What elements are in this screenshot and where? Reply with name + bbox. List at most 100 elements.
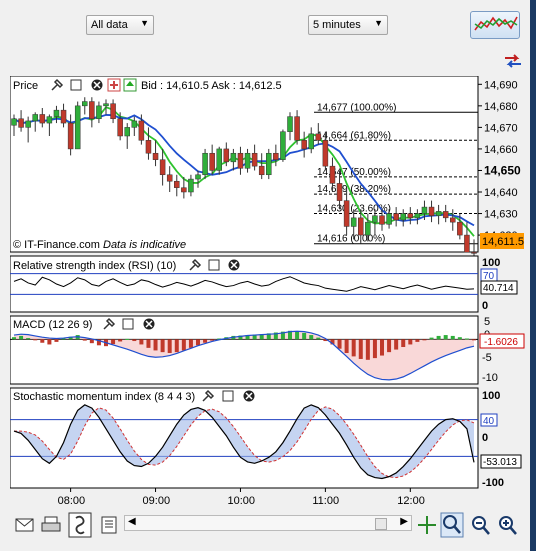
macd-value-label: -1.6026 [484,337,518,348]
candle-body [145,140,152,154]
candle-body [89,101,95,120]
candle-body [74,105,81,150]
macd-bar [302,332,307,340]
time-axis: 08:00 09:00 10:00 11:00 12:00 [58,488,425,507]
candle-body [301,140,307,150]
stoch-ylabel-40: 40 [483,416,495,427]
stoch-ylabel-0: 0 [482,432,488,444]
price-ylabel: 14,640 [484,187,518,199]
candle-body [336,183,343,201]
chevron-down-icon: ▼ [374,18,383,28]
rsi-ylabel-0: 0 [482,300,488,312]
macd-bar [153,339,158,351]
candle-body [379,215,385,225]
zoom-in-icon[interactable] [497,514,519,536]
window-icon[interactable] [222,390,234,402]
macd-bar [210,339,215,341]
candle-body [294,116,300,141]
time-scrollbar[interactable]: ◀ ▶ [124,515,412,531]
macd-bar [450,335,455,340]
candle-body [209,152,215,171]
candle-body [53,109,60,117]
macd-bar [132,339,137,342]
interval-select[interactable]: 5 minutes ▼ [308,15,388,35]
candle-body [138,120,145,141]
candle-body [60,109,67,124]
scroll-thumb[interactable] [375,518,387,530]
fib-label: 14,664 (61.80%) [317,130,391,141]
notes-icon[interactable] [98,514,120,536]
macd-ylabel-neg5: -5 [482,352,492,364]
stochastic-panel-title: Stochastic momentum index (8 4 4 3) [13,391,195,403]
macd-bar [316,337,321,340]
scroll-right-icon[interactable]: ▶ [400,516,408,527]
window-icon[interactable] [122,318,134,330]
rsi-value-label: 40.714 [483,283,514,294]
macd-bar [380,339,384,356]
candle-body [386,213,392,225]
candle-body [435,211,442,216]
candle-body [308,133,314,150]
candle-body [400,213,406,221]
candle-body [159,159,166,176]
zoom-out-icon[interactable] [470,514,492,536]
candle-body [11,118,17,126]
candle-body [266,152,272,176]
macd-bar [422,339,427,341]
zoom-select-icon[interactable] [440,512,464,538]
time-label: 10:00 [227,495,255,507]
macd-bar [408,339,413,345]
email-icon[interactable] [14,514,36,536]
candle-body [450,217,456,223]
price-ylabel: 14,630 [484,209,518,221]
macd-ylabel-5: 5 [484,316,490,328]
macd-bar [54,339,59,342]
candle-body [216,148,222,171]
macd-bar [188,339,193,348]
price-ylabel: 14,660 [484,144,518,156]
scroll-left-icon[interactable]: ◀ [128,516,136,527]
macd-bar [365,339,370,360]
crosshair-tool-icon[interactable] [416,514,438,536]
candle-body [471,252,477,254]
price-ylabel: 14,690 [484,79,518,91]
macd-bar [372,339,377,359]
interval-label: 5 minutes [313,19,361,31]
price-panel-title: Price [13,80,38,92]
macd-bar [436,335,441,340]
stoch-ylabel-100: 100 [482,390,500,402]
candle-body [421,206,428,214]
macd-bar [429,337,434,340]
candle-body [67,122,74,150]
candle-body [237,152,244,169]
macd-bar [167,339,172,353]
link-icon[interactable] [68,512,92,538]
macd-bar [47,339,52,345]
chart-studies-button[interactable] [470,11,520,39]
price-panel: 14,677 (100.00%)14,664 (61.80%)14,647 (5… [9,75,524,257]
window-icon[interactable] [70,79,82,91]
macd-bar [111,339,116,345]
window-icon[interactable] [208,259,220,271]
candle-body [174,180,180,188]
macd-bar [309,335,314,340]
macd-bar [472,339,476,341]
macd-panel: MACD (12 26 9) 5 0 -1.6026 -5 -10 [9,315,525,385]
candle-body [96,105,102,120]
candle-body [131,120,138,128]
macd-bar [82,339,87,341]
macd-bar [464,338,469,340]
refresh-arrows-icon[interactable] [502,52,524,70]
data-range-label: All data [91,19,128,31]
macd-bar [12,337,16,340]
candle-body [365,221,371,236]
stochastic-panel: Stochastic momentum index (8 4 4 3) 100 … [9,387,522,489]
chart-svg: 14,677 (100.00%)14,664 (61.80%)14,647 (5… [9,75,525,507]
macd-bar [139,339,144,345]
candle-body [464,234,470,253]
data-range-select[interactable]: All data ▼ [86,15,154,35]
macd-ylabel-neg10: -10 [482,372,498,384]
macd-bar [203,339,208,343]
candle-body [258,165,265,176]
print-icon[interactable] [40,514,62,536]
